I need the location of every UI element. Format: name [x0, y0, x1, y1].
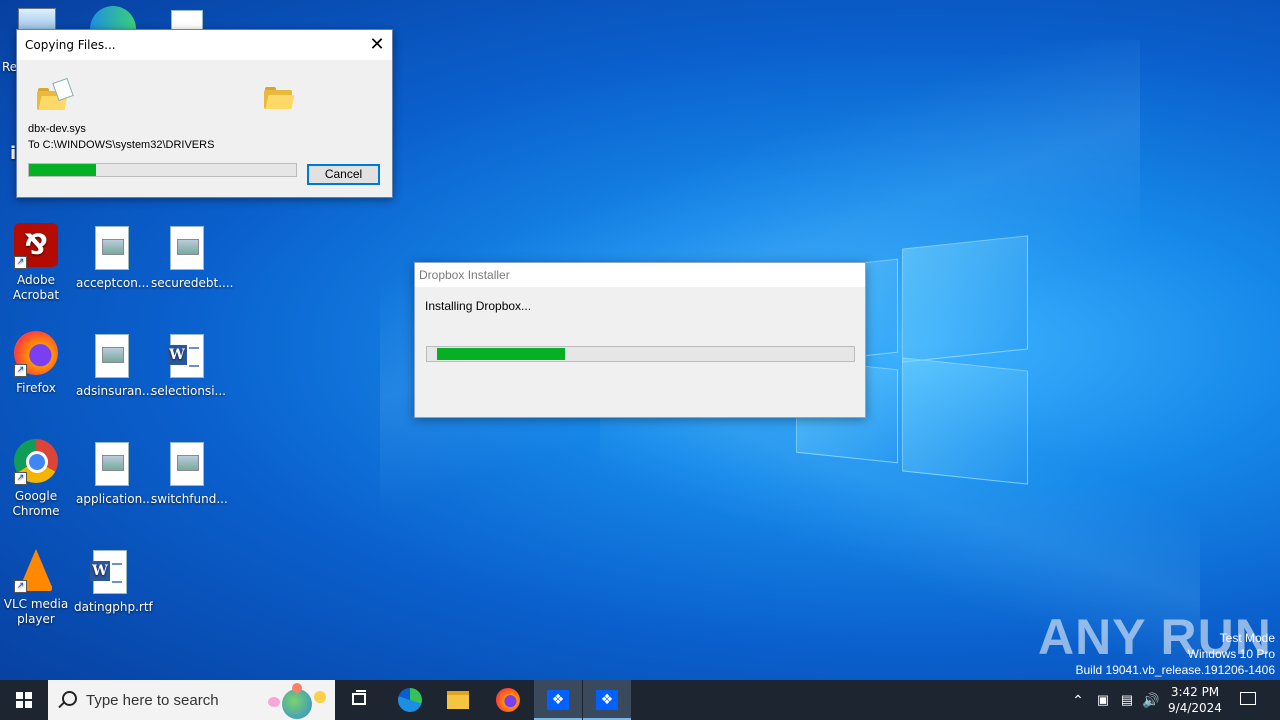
taskbar-clock[interactable]: 3:42 PM 9/4/2024 [1162, 684, 1228, 716]
watermark-line: Windows 10 Pro [1187, 647, 1275, 661]
word-document-icon: W [165, 334, 209, 380]
taskbar-firefox[interactable] [484, 680, 532, 720]
copy-filename: dbx-dev.sys [28, 123, 86, 135]
test-mode-text: Test Mode Windows 10 Pro Build 19041.vb_… [1076, 630, 1276, 678]
shortcut-arrow-icon: ↗ [14, 256, 27, 269]
watermark-line: Test Mode [1219, 631, 1275, 645]
desktop-icon-label: securedebt.... [151, 276, 234, 290]
destination-folder-icon [264, 87, 295, 109]
taskbar-search[interactable] [48, 680, 335, 720]
search-highlight-icon [262, 683, 332, 719]
desktop-icon-label: Firefox [16, 381, 56, 395]
shortcut-arrow-icon: ↗ [14, 364, 27, 377]
image-file-icon [90, 442, 134, 488]
dropbox-icon: ❖ [547, 690, 569, 710]
search-icon [62, 691, 77, 706]
firefox-icon [496, 688, 520, 712]
file-explorer-icon [447, 691, 469, 709]
edge-icon [398, 688, 422, 712]
desktop-icon-label: Adobe Acrobat [12, 273, 60, 302]
action-center-icon[interactable] [1236, 680, 1260, 720]
desktop-icon-label: acceptcon... [76, 276, 150, 290]
desktop-icon-firefox[interactable]: ↗ Firefox [0, 331, 72, 396]
watermark-line: Build 19041.vb_release.191206-1406 [1075, 663, 1276, 677]
taskbar-edge[interactable] [386, 680, 434, 720]
desktop-icon-switchfund[interactable]: switchfund... [151, 442, 228, 507]
copy-progress-fill [29, 164, 96, 176]
close-icon[interactable]: ✕ [362, 30, 392, 60]
tray-chevron-icon[interactable]: ⌃ [1068, 680, 1088, 720]
shortcut-arrow-icon: ↗ [14, 580, 27, 593]
taskbar-file-explorer[interactable] [434, 680, 482, 720]
vlc-cone-icon: ↗ [14, 547, 58, 593]
dropbox-installer-dialog: Dropbox Installer Installing Dropbox... [414, 262, 866, 418]
desktop-icon-selectionsi[interactable]: W selectionsi... [151, 334, 226, 399]
desktop-icon-label: VLC media player [3, 597, 69, 626]
install-progress-bar [426, 346, 855, 362]
meet-now-icon[interactable]: ▣ [1094, 680, 1112, 720]
dialog-title-bar: Dropbox Installer [415, 263, 865, 287]
desktop-icon-acceptcon[interactable]: acceptcon... [76, 226, 150, 291]
copy-destination: To C:\WINDOWS\system32\DRIVERS [28, 139, 215, 151]
desktop-icon-label: switchfund... [151, 492, 228, 506]
taskbar-dropbox-2[interactable]: ❖ [583, 680, 631, 720]
task-view-icon [352, 693, 366, 705]
dialog-title: Dropbox Installer [419, 268, 510, 282]
search-input[interactable] [86, 689, 266, 711]
install-progress-fill [437, 348, 566, 360]
clock-time: 3:42 PM [1170, 685, 1220, 699]
desktop-icon-label: Google Chrome [12, 489, 60, 518]
taskbar: ❖ ❖ ⌃ ▣ ▤ 🔊 3:42 PM 9/4/2024 [0, 680, 1280, 720]
image-file-icon [165, 226, 209, 272]
desktop-icon-application[interactable]: application... [76, 442, 154, 507]
network-icon[interactable]: ▤ [1117, 680, 1137, 720]
dropbox-icon: ❖ [596, 690, 618, 710]
image-file-icon [165, 442, 209, 488]
clock-date: 9/4/2024 [1168, 701, 1222, 715]
desktop-icon-securedebt[interactable]: securedebt.... [151, 226, 234, 291]
desktop-icon-google-chrome[interactable]: ↗ Google Chrome [0, 439, 72, 519]
shortcut-arrow-icon: ↗ [14, 472, 27, 485]
desktop-icon-datingphp[interactable]: W datingphp.rtf [74, 550, 153, 615]
desktop-icon-label: datingphp.rtf [74, 600, 153, 614]
desktop-icon-label: application... [76, 492, 154, 506]
cancel-button[interactable]: Cancel [307, 164, 380, 185]
desktop-icon-adobe-acrobat[interactable]: ⅋ ↗ Adobe Acrobat [0, 223, 72, 303]
start-button[interactable] [0, 680, 48, 720]
adobe-acrobat-icon: ⅋ ↗ [14, 223, 58, 269]
volume-icon[interactable]: 🔊 [1141, 680, 1161, 720]
desktop-icon-adsinsuran[interactable]: adsinsuran... [76, 334, 154, 399]
word-document-icon: W [88, 550, 132, 596]
image-file-icon [90, 226, 134, 272]
desktop-icon-label: selectionsi... [151, 384, 226, 398]
windows-start-icon [16, 692, 32, 708]
taskbar-dropbox-1[interactable]: ❖ [534, 680, 582, 720]
dialog-title: Copying Files... [25, 38, 116, 52]
task-view-button[interactable] [336, 680, 384, 720]
dialog-title-bar: Copying Files... ✕ [17, 30, 392, 60]
install-status: Installing Dropbox... [425, 299, 532, 313]
desktop-icon-vlc[interactable]: ↗ VLC media player [0, 547, 72, 627]
copy-progress-bar [28, 163, 297, 177]
desktop-icon-label: adsinsuran... [76, 384, 154, 398]
firefox-icon: ↗ [14, 331, 58, 377]
image-file-icon [90, 334, 134, 380]
copying-files-dialog: Copying Files... ✕ dbx-dev.sys To C:\WIN… [16, 29, 393, 198]
chrome-icon: ↗ [14, 439, 58, 485]
